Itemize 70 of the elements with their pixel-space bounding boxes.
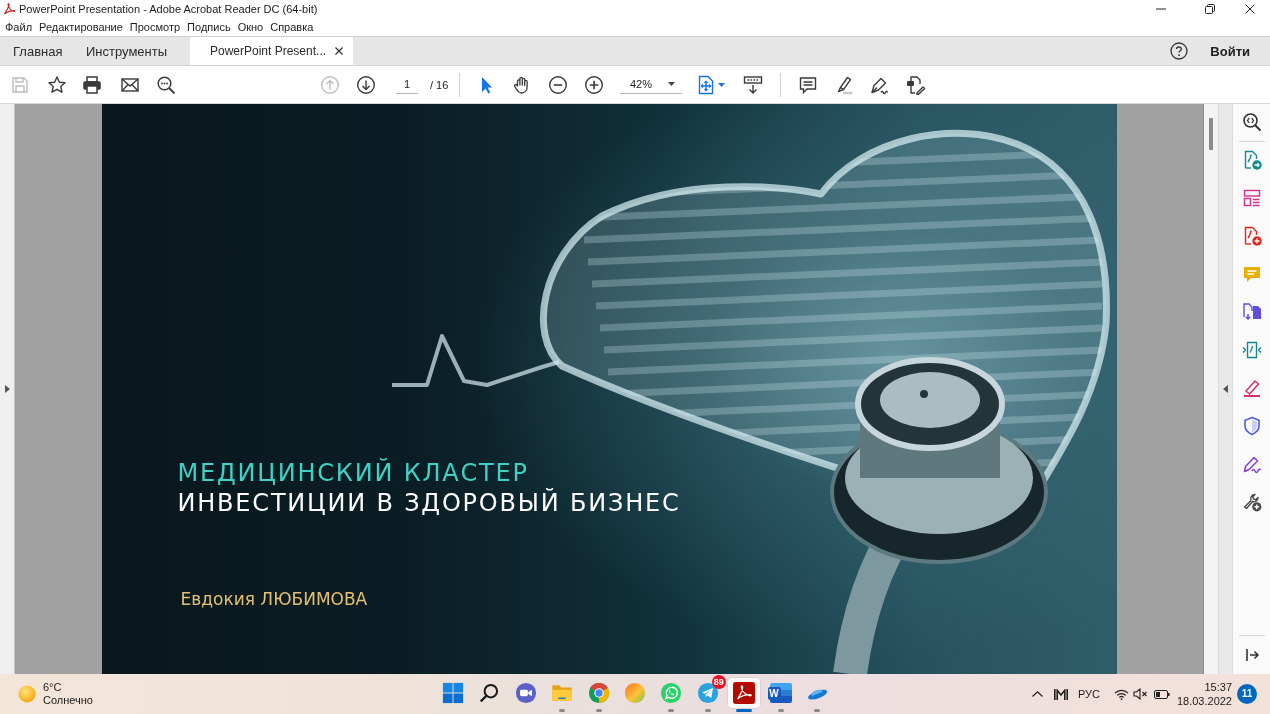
page-scroll-icon[interactable] (743, 74, 763, 95)
tab[interactable]: Главная (0, 37, 74, 65)
phone-bubble-icon (660, 682, 683, 704)
orb-icon (623, 682, 646, 704)
page-count: / 16 (430, 78, 450, 91)
magnifier-icon[interactable] (1241, 112, 1262, 132)
caret-icon[interactable] (718, 82, 725, 87)
search-icon (478, 682, 501, 704)
star-icon[interactable] (47, 74, 67, 95)
restore-icon[interactable] (1205, 4, 1215, 14)
wrench-plus-icon[interactable] (1241, 492, 1262, 512)
document-compress-icon[interactable] (1241, 340, 1262, 360)
pdf-app-icon (733, 682, 756, 704)
taskbar-button[interactable]: W (764, 678, 797, 708)
print-icon[interactable] (82, 74, 102, 95)
document-pencil-icon[interactable] (906, 74, 926, 95)
volume-muted-icon[interactable] (1132, 688, 1148, 700)
browser-icon (587, 682, 610, 704)
taskbar-button[interactable] (728, 678, 761, 708)
page-layout-icon[interactable] (1241, 188, 1262, 208)
collapse-arrow-icon[interactable] (1223, 385, 1228, 393)
expand-arrow-icon[interactable] (4, 385, 10, 393)
temperature-text: 6°C (43, 681, 63, 694)
close-icon[interactable] (335, 47, 344, 55)
battery-icon[interactable] (1153, 689, 1170, 699)
zoom-out-icon[interactable] (548, 74, 568, 95)
wifi-icon[interactable] (1113, 688, 1129, 700)
fit-page-icon[interactable] (696, 74, 716, 95)
zoom-dropdown[interactable]: 42% (620, 75, 682, 94)
notification-badge: 89 (711, 675, 726, 689)
documents-combine-icon[interactable] (1241, 302, 1262, 322)
menu-item[interactable]: Справка (270, 21, 314, 33)
notification-badge[interactable]: 11 (1237, 684, 1257, 704)
slide-title: МЕДИЦИНСКИЙ КЛАСТЕР (177, 458, 529, 488)
menu-item[interactable]: Просмотр (129, 21, 181, 33)
menu-item[interactable]: Окно (237, 21, 264, 33)
shield-icon[interactable] (1241, 416, 1262, 436)
close-icon[interactable] (1245, 4, 1255, 14)
slide-author: Евдокия ЛЮБИМОВА (180, 588, 368, 610)
window-title: PowerPoint Presentation - Adobe Acrobat Reader DC (64-bit) (19, 3, 318, 15)
pdf-logo-icon (3, 3, 15, 15)
comment-icon[interactable] (798, 74, 818, 95)
clock-time[interactable]: 15:37 (1204, 680, 1232, 694)
help-icon[interactable] (1170, 42, 1189, 60)
arrow-down-icon[interactable] (356, 74, 376, 95)
clock-date[interactable]: 18.03.2022 (1176, 694, 1232, 708)
caret-icon (668, 82, 675, 86)
taskbar-button[interactable]: 89 (691, 678, 724, 708)
weather-condition: Солнечно (43, 694, 93, 707)
page-number-field[interactable]: 1 (396, 75, 418, 94)
pen-icon[interactable] (1241, 378, 1262, 398)
tray-app-icon[interactable] (1053, 688, 1068, 700)
language-indicator[interactable]: РУС (1077, 688, 1100, 700)
chevron-up-icon[interactable] (1031, 691, 1043, 697)
menu-item[interactable]: Редактирование (39, 21, 123, 33)
menu-item[interactable]: Файл (5, 21, 33, 33)
menu-item[interactable]: Подпись (187, 21, 231, 33)
slide-subtitle: ИНВЕСТИЦИИ В ЗДОРОВЫЙ БИЗНЕС (177, 488, 681, 518)
tab[interactable]: Инструменты (74, 37, 190, 65)
zoom-in-icon[interactable] (584, 74, 604, 95)
app-glyph: W (767, 686, 781, 700)
start-icon (442, 682, 464, 704)
folder-icon (551, 682, 574, 704)
search-icon[interactable] (156, 74, 176, 95)
sign-in-button[interactable]: Войти (1188, 37, 1270, 65)
scrollbar-track[interactable] (1203, 104, 1218, 674)
signature-pen-icon[interactable] (1241, 454, 1262, 474)
tab[interactable]: PowerPoint Present... (190, 37, 354, 65)
scrollbar-thumb[interactable] (1209, 118, 1213, 150)
video-chat-icon (514, 682, 537, 704)
